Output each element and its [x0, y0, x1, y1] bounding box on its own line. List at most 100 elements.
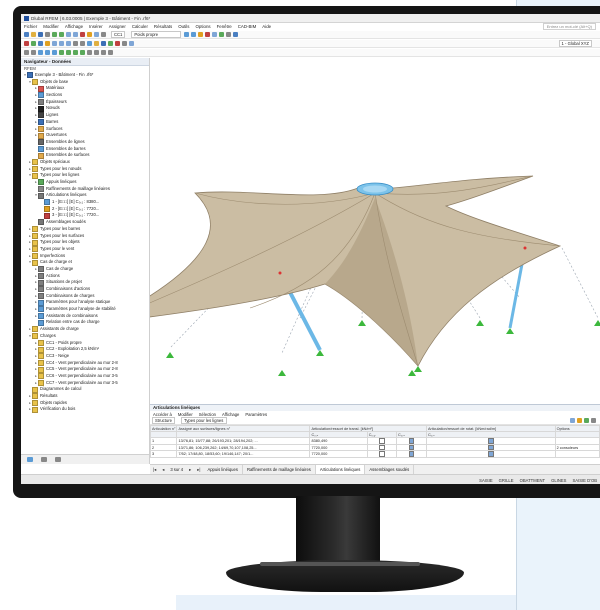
menu-tools[interactable]: Outils [175, 24, 192, 29]
menu-view[interactable]: Affichage [62, 24, 86, 29]
previous-loadcase-icon[interactable] [184, 32, 190, 37]
loadcase-name-select[interactable]: Poids propre [131, 31, 182, 38]
draw-polyline-icon[interactable] [52, 50, 57, 55]
view-select[interactable]: 1 - Global XYZ [558, 40, 592, 47]
draw-line-icon[interactable] [38, 50, 43, 55]
tab-line-hinges[interactable]: Articulations linéiques [315, 465, 366, 474]
navigator-item[interactable]: ▸ Paramètres pour l'analyse statique [21, 299, 149, 306]
tab-line-supports[interactable]: Appuis linéiques [203, 465, 243, 474]
load-icon[interactable] [115, 41, 120, 46]
measure-icon[interactable] [226, 32, 232, 37]
mirror-icon[interactable] [80, 50, 85, 55]
open-file-icon[interactable] [31, 32, 36, 37]
navigator-item[interactable]: 2 - [E□□] [E] C₀,₁ : 7720... [21, 206, 149, 213]
menu-window[interactable]: Fenêtre [214, 24, 235, 29]
axis-icon[interactable] [24, 41, 29, 46]
navigator-item[interactable]: ▾ Objets de base [21, 79, 149, 86]
panel-menu-settings[interactable]: Paramètres [242, 412, 270, 417]
new-file-icon[interactable] [24, 32, 29, 37]
calculate-icon[interactable] [80, 32, 85, 37]
menu-results[interactable]: Résultats [151, 24, 175, 29]
type-filter-select[interactable]: Types pour les lignes [181, 417, 227, 424]
display-tab-icon[interactable] [41, 457, 47, 462]
navigator-item[interactable]: Assemblages soudés [21, 219, 149, 226]
panel-menu-goto[interactable]: Accéder à [150, 412, 175, 417]
copy-icon[interactable] [59, 50, 64, 55]
uy-checkbox[interactable] [379, 445, 385, 450]
navigator-item[interactable]: ▸ CC2 - Exploitation 2,5 kN/m² [21, 346, 149, 353]
rotate-icon[interactable] [73, 50, 78, 55]
navigator-item[interactable]: ▸ CC5 - Vent perpendiculaire au mur 2-8 [21, 366, 149, 373]
settings-icon[interactable] [101, 32, 106, 37]
uz-checkbox[interactable] [408, 445, 415, 450]
table-row[interactable]: 3 7/52; 17/48,80, 18/53,60; 19/146,147; 2… [149, 450, 600, 458]
stress-icon[interactable] [205, 32, 211, 37]
pager-first[interactable]: |◂ [150, 467, 159, 472]
uz-checkbox[interactable] [408, 451, 415, 457]
pager-last[interactable]: ▸| [194, 467, 203, 472]
menu-assign[interactable]: Assigner [106, 24, 129, 29]
opening-icon[interactable] [129, 41, 134, 46]
line-icon[interactable] [122, 41, 127, 46]
navigator-item[interactable]: ▸ Types pour le vent [21, 246, 149, 253]
zoom-icon[interactable] [73, 41, 78, 46]
status-grid[interactable]: GRILLE [496, 478, 517, 483]
member-icon[interactable] [101, 41, 106, 46]
navigator-item[interactable]: ▸ Situations de projet [21, 279, 149, 286]
navigator-item[interactable]: ▸ Objets spéciaux [21, 159, 149, 166]
navigator-item[interactable]: ▸ Actions [21, 273, 149, 280]
section-icon[interactable] [212, 32, 218, 37]
tab-welded-joints[interactable]: Assemblages soudés [365, 465, 415, 474]
navigator-item[interactable]: ▸ Types pour les surfaces [21, 233, 149, 240]
navigator-item[interactable]: ▸ CC3 - Neige [21, 353, 149, 360]
menu-insert[interactable]: Insérer [86, 24, 106, 29]
navigator-item[interactable]: ▸ Barres [21, 119, 149, 126]
snap-icon[interactable] [31, 50, 36, 55]
panel-menu-view[interactable]: Affichage [219, 412, 242, 417]
grid-icon[interactable] [73, 32, 78, 37]
navigator-item[interactable]: Ensembles de surfaces [21, 152, 149, 159]
pager-next[interactable]: ▸ [186, 467, 194, 472]
navigator-item[interactable]: 1 - [E□□] [E] C₀,₁ : 8380... [21, 199, 149, 206]
navigator-item[interactable]: ▸ Surfaces [21, 126, 149, 133]
navigator-item[interactable]: ▸ Cas de charge [21, 266, 149, 273]
navigator-item[interactable]: ▸ Lignes [21, 112, 149, 119]
select-icon[interactable] [24, 50, 29, 55]
navigator-item[interactable]: ▸ Appuis linéiques [21, 179, 149, 186]
surface-icon[interactable] [94, 41, 99, 46]
navigator-item[interactable]: ▸ CC7 - Vent perpendiculaire au mur 3-5 [21, 380, 149, 387]
deform-icon[interactable] [198, 32, 204, 37]
tab-line-mesh-refinements[interactable]: Raffinements de maillage linéaires [243, 465, 316, 474]
results-icon[interactable] [87, 32, 92, 37]
navigator-item[interactable]: ▸ Imperfections [21, 253, 149, 260]
navigator-item[interactable]: Ensembles de barres [21, 146, 149, 153]
rx-checkbox[interactable] [488, 438, 494, 444]
navigator-item[interactable]: ▸ Objets rapides [21, 400, 149, 407]
divide-icon[interactable] [94, 50, 99, 55]
navigator-item[interactable]: Raffinements de maillage linéaires [21, 186, 149, 193]
navigator-item[interactable]: ▸ CC1 - Poids propre [21, 340, 149, 347]
navigator-item[interactable]: ▾ Articulations linéiques [21, 192, 149, 199]
table-settings-icon[interactable] [591, 418, 596, 423]
navigator-item[interactable]: ▸ Combinaisons de charges [21, 293, 149, 300]
node-icon[interactable] [108, 41, 113, 46]
navigator-item[interactable]: ▸ CC6 - Vent perpendiculaire au mur 3-5 [21, 373, 149, 380]
uy-checkbox[interactable] [379, 451, 385, 457]
redo-icon[interactable] [59, 32, 64, 37]
views-tab-icon[interactable] [55, 457, 61, 462]
extend-icon[interactable] [108, 50, 113, 55]
status-glines[interactable]: GLINES [548, 478, 569, 483]
move-icon[interactable] [66, 50, 71, 55]
navigator-item[interactable]: ▸ Assistants de combinaisons [21, 313, 149, 320]
display-icon[interactable] [87, 41, 92, 46]
axis-y-icon[interactable] [31, 41, 36, 46]
uz-checkbox[interactable] [408, 438, 415, 444]
menu-help[interactable]: Aide [259, 24, 274, 29]
axis-z-icon[interactable] [38, 41, 43, 46]
navigator-item[interactable]: ▸ Vérification du bois [21, 406, 149, 413]
panel-menu-selection[interactable]: Sélection [196, 412, 219, 417]
navigator-item[interactable]: ▸ Combinaisons d'actions [21, 286, 149, 293]
navigator-item[interactable]: ▸ Épaisseurs [21, 99, 149, 106]
draw-arc-icon[interactable] [45, 50, 50, 55]
panel-menu-edit[interactable]: Modifier [175, 412, 196, 417]
